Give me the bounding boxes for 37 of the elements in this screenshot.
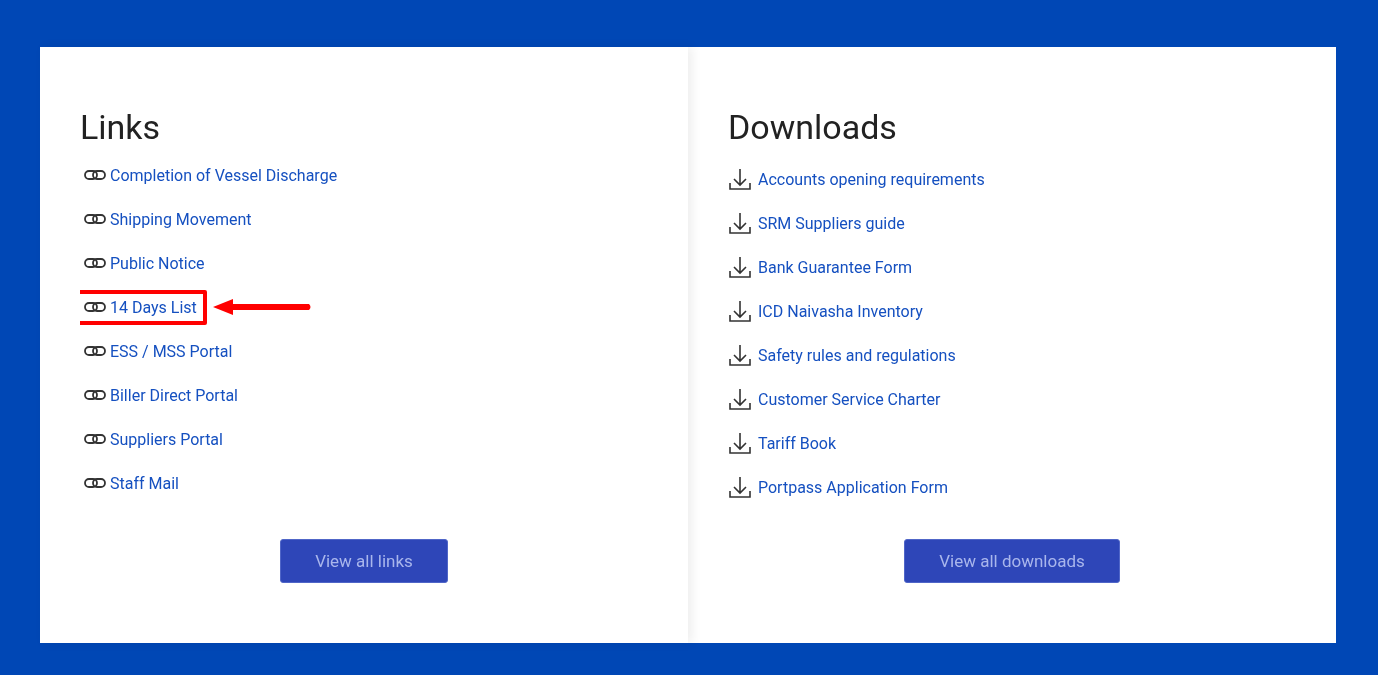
download-icon xyxy=(728,475,752,499)
download-icon xyxy=(728,387,752,411)
download-icon xyxy=(728,167,752,191)
view-all-button[interactable]: View all downloads xyxy=(904,539,1120,583)
download-link[interactable]: Customer Service Charter xyxy=(758,389,941,409)
link-icon xyxy=(84,477,106,489)
link[interactable]: 14 Days List xyxy=(110,297,197,317)
download-icon xyxy=(728,431,752,455)
link[interactable]: Suppliers Portal xyxy=(110,429,223,449)
section-title: Links xyxy=(80,107,162,147)
link[interactable]: ESS / MSS Portal xyxy=(110,341,233,361)
download-icon xyxy=(728,343,752,367)
link-icon xyxy=(84,433,106,445)
download-link[interactable]: ICD Naivasha Inventory xyxy=(758,301,923,321)
link-icon xyxy=(84,345,106,357)
download-link[interactable]: Bank Guarantee Form xyxy=(758,257,913,277)
link[interactable]: Shipping Movement xyxy=(110,209,252,229)
view-all-button[interactable]: View all links xyxy=(280,539,448,583)
link[interactable]: Staff Mail xyxy=(110,473,179,493)
download-link[interactable]: SRM Suppliers guide xyxy=(758,213,905,233)
link-icon xyxy=(84,169,106,181)
section-title: Downloads xyxy=(728,107,898,147)
link-icon xyxy=(84,389,106,401)
download-link[interactable]: Portpass Application Form xyxy=(758,477,948,497)
link-icon xyxy=(84,213,106,225)
download-icon xyxy=(728,255,752,279)
link-icon xyxy=(84,257,106,269)
download-link[interactable]: Safety rules and regulations xyxy=(758,345,956,365)
download-link[interactable]: Accounts opening requirements xyxy=(758,169,985,189)
link[interactable]: Public Notice xyxy=(110,253,205,273)
link-icon xyxy=(84,301,106,313)
download-link[interactable]: Tariff Book xyxy=(758,433,837,453)
download-icon xyxy=(728,299,752,323)
link[interactable]: Completion of Vessel Discharge xyxy=(110,165,338,185)
arrow-icon xyxy=(212,299,313,315)
download-icon xyxy=(728,211,752,235)
link[interactable]: Biller Direct Portal xyxy=(110,385,238,405)
